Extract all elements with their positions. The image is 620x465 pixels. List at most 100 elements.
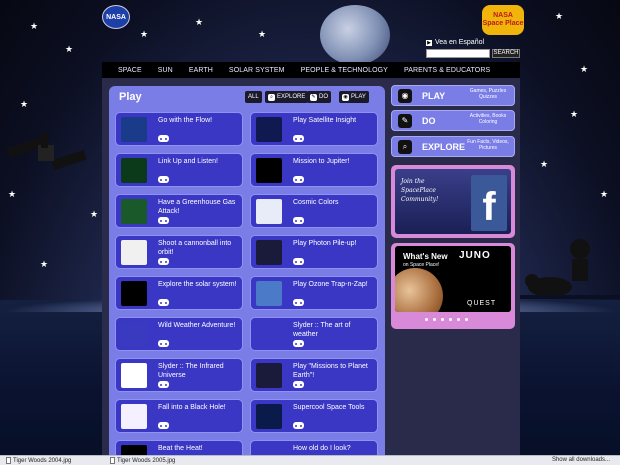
download-filename: Tiger Woods 2005.jpg bbox=[117, 457, 176, 464]
game-card[interactable]: Play Satellite Insight bbox=[250, 112, 378, 146]
star-icon: ★ bbox=[90, 209, 99, 219]
jupiter-illustration bbox=[395, 268, 443, 312]
sidebar-explore-button[interactable]: ⌕ EXPLORE Fun Facts, Videos, Pictures bbox=[391, 136, 515, 157]
game-card[interactable]: Go with the Flow! bbox=[115, 112, 243, 146]
gamepad-icon: ◉ bbox=[342, 93, 349, 101]
game-thumbnail bbox=[256, 199, 282, 224]
game-title: Play Photon Pile-up! bbox=[293, 240, 357, 247]
game-card[interactable]: Slyder :: The art of weather bbox=[250, 317, 378, 351]
magnifier-icon: ⌕ bbox=[398, 140, 412, 154]
carousel-dot[interactable] bbox=[465, 318, 468, 321]
star-icon: ★ bbox=[258, 29, 267, 39]
carousel-dot[interactable] bbox=[433, 318, 436, 321]
download-item[interactable]: Tiger Woods 2004.jpg bbox=[6, 457, 71, 464]
game-card[interactable]: Fall into a Black Hole! bbox=[115, 399, 243, 433]
espanol-link[interactable]: ▶ Vea en Español bbox=[426, 39, 484, 46]
game-title: Cosmic Colors bbox=[293, 199, 339, 206]
sidebar-play-button[interactable]: ◉ PLAY Games, Puzzles Quizzes bbox=[391, 85, 515, 106]
game-thumbnail bbox=[256, 281, 282, 306]
game-title: How old do I look? bbox=[293, 445, 351, 452]
download-bar: Tiger Woods 2004.jpg Tiger Woods 2005.jp… bbox=[0, 455, 620, 465]
top-navigation: SPACE SUN EARTH SOLAR SYSTEM PEOPLE & TE… bbox=[102, 62, 520, 78]
gamepad-icon bbox=[293, 217, 304, 224]
star-icon: ★ bbox=[140, 29, 149, 39]
show-all-downloads-link[interactable]: Show all downloads... bbox=[552, 457, 610, 463]
game-card[interactable]: Supercool Space Tools bbox=[250, 399, 378, 433]
play-panel: Play ALL ⌕ EXPLORE ✎ DO ◉ PLAY Go with t… bbox=[109, 86, 385, 461]
carousel-dot[interactable] bbox=[457, 318, 460, 321]
magnifier-icon: ⌕ bbox=[268, 93, 275, 101]
nasa-logo[interactable]: NASA bbox=[102, 5, 130, 29]
game-title: Mission to Jupiter! bbox=[293, 158, 350, 165]
nav-people-technology[interactable]: PEOPLE & TECHNOLOGY bbox=[293, 67, 396, 74]
game-card[interactable]: Play Photon Pile-up! bbox=[250, 235, 378, 269]
game-thumbnail bbox=[256, 363, 282, 388]
whats-new-inner: What's New on Space Place! JUNO QUEST bbox=[395, 246, 511, 312]
gamepad-icon bbox=[293, 299, 304, 306]
game-card[interactable]: Cosmic Colors bbox=[250, 194, 378, 228]
download-item[interactable]: Tiger Woods 2005.jpg bbox=[110, 457, 175, 464]
game-title: Go with the Flow! bbox=[158, 117, 213, 124]
game-thumbnail bbox=[121, 404, 147, 429]
game-card[interactable]: Play "Missions to Planet Earth"! bbox=[250, 358, 378, 392]
game-title: Wild Weather Adventure! bbox=[158, 322, 236, 329]
game-card[interactable]: Slyder :: The Infrared Universe bbox=[115, 358, 243, 392]
filter-all[interactable]: ALL bbox=[245, 91, 262, 103]
game-title: Beat the Heat! bbox=[158, 445, 203, 452]
book-icon: ✎ bbox=[310, 93, 317, 101]
nav-earth[interactable]: EARTH bbox=[181, 67, 221, 74]
facebook-community-banner[interactable]: Join the SpacePlace Community! f bbox=[391, 165, 515, 238]
gamepad-icon bbox=[293, 381, 304, 388]
espanol-label: Vea en Español bbox=[435, 39, 485, 46]
game-title: Have a Greenhouse Gas Attack! bbox=[158, 199, 236, 215]
carousel-dot[interactable] bbox=[449, 318, 452, 321]
whats-new-title: What's New bbox=[403, 252, 448, 261]
game-thumbnail bbox=[121, 322, 147, 347]
game-thumbnail bbox=[121, 363, 147, 388]
filter-do[interactable]: ✎ DO bbox=[307, 91, 331, 103]
gamepad-icon bbox=[158, 381, 169, 388]
sidebar-play-sub: Games, Puzzles Quizzes bbox=[469, 88, 507, 100]
spaceplace-logo[interactable]: NASA Space Place bbox=[482, 5, 524, 35]
carousel-dots[interactable] bbox=[425, 318, 468, 321]
game-card[interactable]: Shoot a cannonball into orbit! bbox=[115, 235, 243, 269]
gamepad-icon bbox=[158, 299, 169, 306]
gamepad-icon: ◉ bbox=[398, 89, 412, 103]
play-title: Play bbox=[119, 91, 142, 103]
whats-new-banner[interactable]: What's New on Space Place! JUNO QUEST bbox=[391, 243, 515, 329]
game-card[interactable]: Mission to Jupiter! bbox=[250, 153, 378, 187]
filter-explore[interactable]: ⌕ EXPLORE bbox=[265, 91, 309, 103]
nav-sun[interactable]: SUN bbox=[150, 67, 181, 74]
quest-title: QUEST bbox=[467, 300, 497, 307]
game-card[interactable]: Have a Greenhouse Gas Attack! bbox=[115, 194, 243, 228]
search-input[interactable] bbox=[426, 49, 490, 58]
carousel-dot[interactable] bbox=[441, 318, 444, 321]
star-icon: ★ bbox=[540, 159, 549, 169]
file-icon bbox=[6, 457, 11, 464]
game-card[interactable]: Link Up and Listen! bbox=[115, 153, 243, 187]
game-thumbnail bbox=[256, 322, 282, 347]
sidebar-do-button[interactable]: ✎ DO Activities, Books Coloring bbox=[391, 110, 515, 131]
gamepad-icon bbox=[293, 176, 304, 183]
gamepad-icon bbox=[158, 258, 169, 265]
star-icon: ★ bbox=[8, 189, 17, 199]
game-card[interactable]: Wild Weather Adventure! bbox=[115, 317, 243, 351]
star-icon: ★ bbox=[555, 11, 564, 21]
moon-illustration bbox=[320, 5, 390, 65]
gamepad-icon bbox=[158, 340, 169, 347]
carousel-dot[interactable] bbox=[425, 318, 428, 321]
nav-solar-system[interactable]: SOLAR SYSTEM bbox=[221, 67, 293, 74]
nav-parents-educators[interactable]: PARENTS & EDUCATORS bbox=[396, 67, 498, 74]
game-title: Slyder :: The Infrared Universe bbox=[158, 363, 224, 379]
gamepad-icon bbox=[293, 258, 304, 265]
search-button[interactable]: SEARCH bbox=[492, 49, 520, 58]
star-icon: ★ bbox=[600, 189, 609, 199]
filter-play[interactable]: ◉ PLAY bbox=[339, 91, 369, 103]
game-card[interactable]: Play Ozone Trap-n-Zap! bbox=[250, 276, 378, 310]
download-filename: Tiger Woods 2004.jpg bbox=[13, 457, 72, 464]
book-icon: ✎ bbox=[398, 114, 412, 128]
nav-space[interactable]: SPACE bbox=[110, 67, 150, 74]
facebook-icon: f bbox=[471, 175, 507, 231]
game-card[interactable]: Explore the solar system! bbox=[115, 276, 243, 310]
game-thumbnail bbox=[121, 240, 147, 265]
